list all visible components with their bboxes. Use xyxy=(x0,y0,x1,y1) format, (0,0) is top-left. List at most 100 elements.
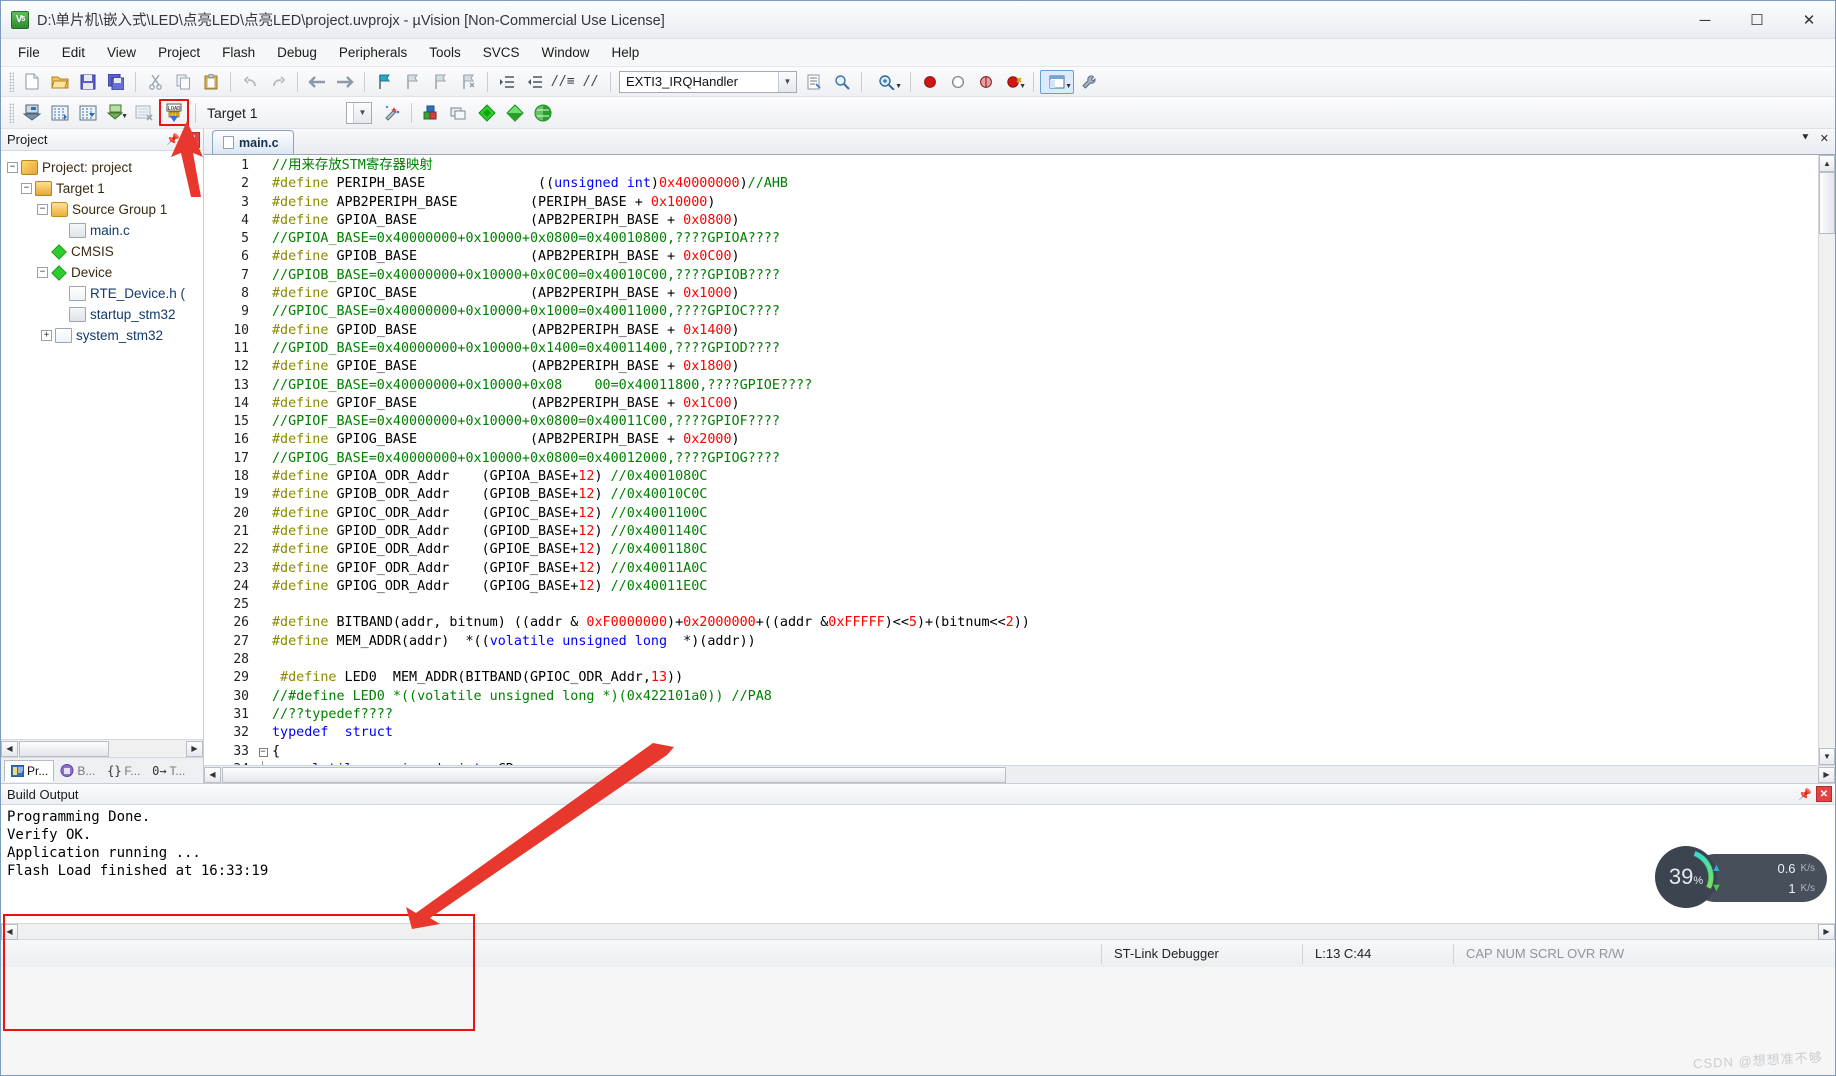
document-tab-main-c[interactable]: main.c xyxy=(212,130,294,154)
toolbar-grip[interactable] xyxy=(9,102,14,123)
function-selector[interactable]: EXTI3_IRQHandler ▼ xyxy=(619,70,797,93)
scroll-up-icon[interactable]: ▲ xyxy=(1819,155,1835,172)
build-output-hscrollbar[interactable]: ◀ ▶ xyxy=(1,923,1835,940)
close-icon[interactable]: ✕ xyxy=(1816,786,1832,802)
breakpoint-kill-all-icon[interactable]: ▼ xyxy=(1001,70,1027,94)
manage-run-time-env-icon[interactable] xyxy=(379,101,405,125)
code-line[interactable]: 32 typedef struct xyxy=(204,724,1818,743)
code-line[interactable]: 10 #define GPIOD_BASE (APB2PERIPH_BASE + … xyxy=(204,321,1818,340)
maximize-button[interactable]: ☐ xyxy=(1731,1,1783,39)
code-line[interactable]: 34 volatile unsigned int CR; xyxy=(204,760,1818,765)
code-line[interactable]: 20 #define GPIOC_ODR_Addr (GPIOC_BASE+12)… xyxy=(204,504,1818,523)
code-line[interactable]: 14 #define GPIOF_BASE (APB2PERIPH_BASE + … xyxy=(204,394,1818,414)
code-line[interactable]: 1 //用来存放STM寄存器映射 xyxy=(204,157,1818,176)
code-line[interactable]: 27 #define MEM_ADDR(addr) *((volatile uns… xyxy=(204,632,1818,652)
code-line[interactable]: 30 //#define LED0 *((volatile unsigned lo… xyxy=(204,687,1818,706)
breakpoint-icon[interactable] xyxy=(917,70,943,94)
code-line[interactable]: 25 xyxy=(204,596,1818,615)
tree-item-device[interactable]: − Device xyxy=(7,262,203,283)
tree-item-rte-device[interactable]: RTE_Device.h ( xyxy=(7,283,203,304)
undo-icon[interactable] xyxy=(237,70,263,94)
menu-help[interactable]: Help xyxy=(601,42,651,63)
code-line[interactable]: 7 //GPIOB_BASE=0x40000000+0x10000+0x0C00=… xyxy=(204,266,1818,286)
new-file-icon[interactable] xyxy=(19,70,45,94)
code-line[interactable]: 26 #define BITBAND(addr, bitnum) ((addr &… xyxy=(204,614,1818,633)
code-line[interactable]: 11 //GPIOD_BASE=0x40000000+0x10000+0x1400… xyxy=(204,339,1818,359)
code-scroll-region[interactable]: 1 //用来存放STM寄存器映射 2 #define PERIPH_BASE ((un… xyxy=(204,155,1818,765)
pin-icon[interactable]: 📌 xyxy=(165,132,181,148)
scroll-right-icon[interactable]: ▶ xyxy=(1818,923,1835,940)
code-line[interactable]: 22 #define GPIOE_ODR_Addr (GPIOE_BASE+12)… xyxy=(204,541,1818,560)
chevron-down-icon[interactable]: ▼ xyxy=(353,102,371,123)
comment-icon[interactable]: //≡ xyxy=(550,70,576,94)
zoom-tool-icon[interactable]: ▼ xyxy=(868,70,904,94)
window-layout-icon[interactable]: ▼ xyxy=(1040,69,1074,94)
menu-peripherals[interactable]: Peripherals xyxy=(328,42,418,63)
code-line[interactable]: 8 #define GPIOC_BASE (APB2PERIPH_BASE + 0… xyxy=(204,285,1818,304)
tree-item-main-c[interactable]: main.c xyxy=(7,220,203,241)
tree-item-cmsis[interactable]: CMSIS xyxy=(7,241,203,262)
indent-icon[interactable] xyxy=(494,70,520,94)
close-icon[interactable]: ✕ xyxy=(184,131,200,148)
save-all-icon[interactable] xyxy=(103,70,129,94)
code-line[interactable]: 33−{ xyxy=(204,742,1818,761)
code-line[interactable]: 9 //GPIOC_BASE=0x40000000+0x10000+0x1000=… xyxy=(204,303,1818,322)
breakpoint-disable-icon[interactable] xyxy=(945,70,971,94)
outdent-icon[interactable] xyxy=(522,70,548,94)
scroll-thumb[interactable] xyxy=(1819,172,1835,234)
tree-item-system[interactable]: + system_stm32 xyxy=(7,325,203,346)
multi-project-icon[interactable] xyxy=(446,101,472,125)
manage-components-icon[interactable] xyxy=(530,101,556,125)
redo-icon[interactable] xyxy=(265,70,291,94)
pack-installer-icon[interactable] xyxy=(474,101,500,125)
tree-item-project[interactable]: − Project: project xyxy=(7,157,203,178)
batch-build-icon[interactable]: ▼ xyxy=(103,101,129,125)
bookmark-prev-icon[interactable] xyxy=(399,70,425,94)
paste-icon[interactable] xyxy=(198,70,224,94)
navigate-forward-icon[interactable] xyxy=(332,70,358,94)
code-line[interactable]: 24 #define GPIOG_ODR_Addr (GPIOG_BASE+12)… xyxy=(204,577,1818,597)
tree-item-target[interactable]: − Target 1 xyxy=(7,178,203,199)
menu-project[interactable]: Project xyxy=(147,42,211,63)
minimize-button[interactable]: ─ xyxy=(1679,1,1731,39)
options-for-target-icon[interactable] xyxy=(418,101,444,125)
menu-window[interactable]: Window xyxy=(530,42,600,63)
copy-icon[interactable] xyxy=(170,70,196,94)
translate-file-icon[interactable] xyxy=(19,101,45,125)
code-line[interactable]: 28 xyxy=(204,651,1818,670)
breakpoint-disable-all-icon[interactable] xyxy=(973,70,999,94)
expander-icon[interactable]: − xyxy=(21,183,32,194)
code-line[interactable]: 18 #define GPIOA_ODR_Addr (GPIOA_BASE+12)… xyxy=(204,468,1818,487)
restore-window-icon[interactable]: ⯆ xyxy=(1801,132,1810,145)
toolbar-grip[interactable] xyxy=(9,71,14,92)
expander-icon[interactable]: − xyxy=(37,267,48,278)
expander-icon[interactable]: − xyxy=(37,204,48,215)
expander-icon[interactable]: + xyxy=(41,330,52,341)
cut-icon[interactable] xyxy=(142,70,168,94)
menu-debug[interactable]: Debug xyxy=(266,42,328,63)
save-icon[interactable] xyxy=(75,70,101,94)
scroll-right-icon[interactable]: ▶ xyxy=(1818,766,1835,783)
open-file-icon[interactable] xyxy=(47,70,73,94)
bookmark-toggle-icon[interactable] xyxy=(371,70,397,94)
scroll-left-icon[interactable]: ◀ xyxy=(1,923,18,940)
scroll-right-icon[interactable]: ▶ xyxy=(186,740,203,757)
code-editor[interactable]: 1 //用来存放STM寄存器映射 2 #define PERIPH_BASE ((un… xyxy=(204,155,1835,765)
tree-item-startup[interactable]: startup_stm32 xyxy=(7,304,203,325)
rebuild-all-icon[interactable] xyxy=(75,101,101,125)
bookmark-clear-icon[interactable] xyxy=(455,70,481,94)
code-line[interactable]: 16 #define GPIOG_BASE (APB2PERIPH_BASE + … xyxy=(204,431,1818,450)
code-line[interactable]: 2 #define PERIPH_BASE ((unsigned int)0x40… xyxy=(204,175,1818,194)
navigate-back-icon[interactable] xyxy=(304,70,330,94)
components-icon[interactable] xyxy=(502,101,528,125)
code-line[interactable]: 23 #define GPIOF_ODR_Addr (GPIOF_BASE+12)… xyxy=(204,559,1818,578)
editor-hscrollbar[interactable]: ◀ ▶ xyxy=(204,765,1835,783)
menu-flash[interactable]: Flash xyxy=(211,42,266,63)
editor-vscrollbar[interactable]: ▲ ▼ xyxy=(1818,155,1835,765)
target-selector-dropdown[interactable]: ▼ xyxy=(346,101,372,124)
scroll-down-icon[interactable]: ▼ xyxy=(1819,748,1835,765)
menu-view[interactable]: View xyxy=(96,42,147,63)
code-line[interactable]: 3 #define APB2PERIPH_BASE (PERIPH_BASE + … xyxy=(204,193,1818,212)
menu-edit[interactable]: Edit xyxy=(51,42,96,63)
stop-build-icon[interactable] xyxy=(131,101,157,125)
